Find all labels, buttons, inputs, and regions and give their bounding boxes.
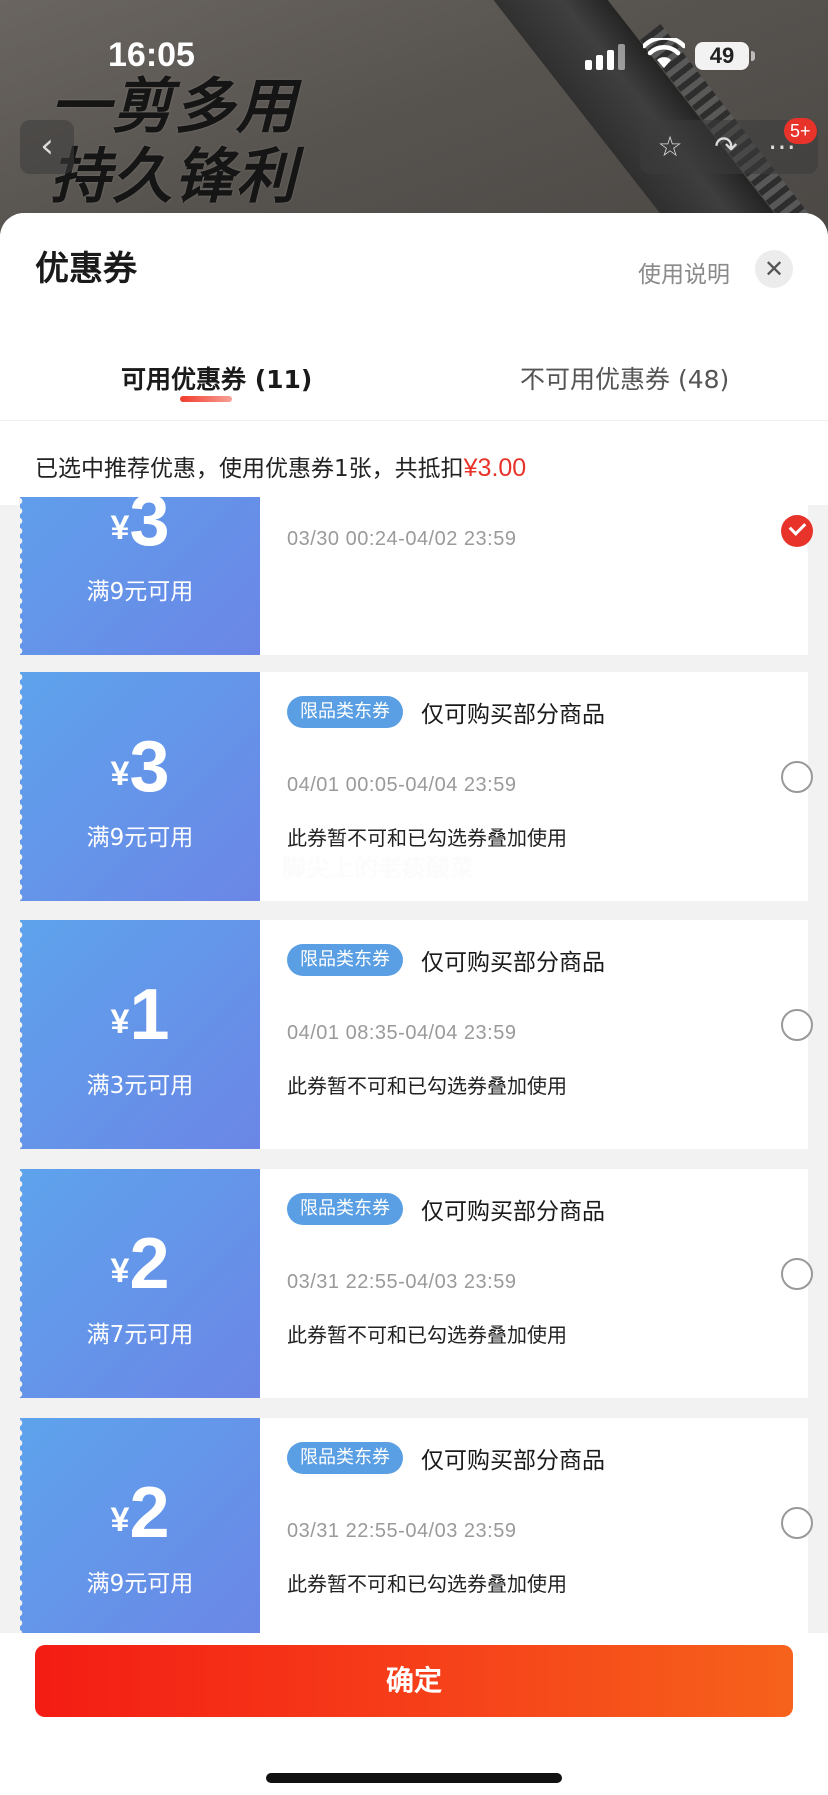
- coupon-select-checkbox[interactable]: [781, 1258, 813, 1290]
- back-button[interactable]: ‹: [20, 120, 74, 174]
- star-icon[interactable]: ☆: [654, 132, 686, 162]
- coupon-sheet: 优惠券 使用说明 ✕ 可用优惠券 (11) 不可用优惠券 (48) 已选中推荐优…: [0, 213, 828, 1795]
- wifi-icon: [643, 38, 685, 68]
- coupon-details: 限品类东券 仅可购买部分商品 03/31 22:55-04/03 23:59 此…: [260, 1418, 813, 1633]
- notification-badge: 5+: [784, 118, 817, 144]
- coupon-value-panel: ¥2 满7元可用: [19, 1169, 260, 1398]
- currency-symbol: ¥: [110, 509, 130, 547]
- coupon-validity: 03/30 00:24-04/02 23:59: [287, 528, 517, 550]
- coupon-category-tag: 限品类东券: [287, 1442, 403, 1474]
- coupon-validity: 04/01 08:35-04/04 23:59: [287, 1022, 517, 1044]
- summary-amount: ¥3.00: [463, 454, 527, 482]
- coupon-scope: 仅可购买部分商品: [421, 702, 605, 728]
- sheet-footer: 确定: [0, 1633, 828, 1795]
- coupon-note: 此券暂不可和已勾选券叠加使用: [287, 1074, 567, 1098]
- coupon-scope: 仅可购买部分商品: [421, 1448, 605, 1474]
- usage-instructions-link[interactable]: 使用说明: [638, 255, 730, 289]
- confirm-button[interactable]: 确定: [35, 1645, 793, 1717]
- coupon-details: 限品类东券 仅可购买部分商品 03/31 22:55-04/03 23:59 此…: [260, 1169, 813, 1398]
- coupon-details: 03/30 00:24-04/02 23:59: [260, 497, 813, 655]
- coupon-category-tag: 限品类东券: [287, 944, 403, 976]
- currency-symbol: ¥: [110, 1501, 130, 1539]
- hero-line-2: 持久锋利: [50, 142, 298, 212]
- coupon-card[interactable]: ¥3 满9元可用 03/30 00:24-04/02 23:59: [19, 497, 813, 655]
- tab-available-coupons[interactable]: 可用优惠券 (11): [121, 360, 312, 396]
- coupon-validity: 04/01 00:05-04/04 23:59: [287, 774, 517, 796]
- coupon-list[interactable]: ¥3 满9元可用 03/30 00:24-04/02 23:59 ¥3 满9元可…: [0, 497, 828, 1633]
- status-bar: 16:05 49: [0, 0, 828, 110]
- coupon-note: 此券暂不可和已勾选券叠加使用: [287, 1572, 567, 1596]
- coupon-card[interactable]: ¥2 满9元可用 限品类东券 仅可购买部分商品 03/31 22:55-04/0…: [19, 1418, 813, 1633]
- coupon-threshold: 满9元可用: [86, 825, 194, 851]
- tab-unavailable-coupons[interactable]: 不可用优惠券 (48): [520, 360, 729, 396]
- coupon-details: 限品类东券 仅可购买部分商品 04/01 08:35-04/04 23:59 此…: [260, 920, 813, 1149]
- close-button[interactable]: ✕: [755, 250, 793, 288]
- coupon-note: 此券暂不可和已勾选券叠加使用: [287, 1323, 567, 1347]
- selection-summary: 已选中推荐优惠，使用优惠券1张，共抵扣¥3.00: [0, 420, 828, 505]
- coupon-scope: 仅可购买部分商品: [421, 950, 605, 976]
- home-indicator[interactable]: [266, 1773, 562, 1783]
- close-icon: ✕: [763, 255, 785, 283]
- currency-symbol: ¥: [110, 1252, 130, 1290]
- active-tab-indicator: [180, 396, 232, 402]
- coupon-amount: 3: [129, 497, 170, 561]
- coupon-select-checkbox[interactable]: [781, 761, 813, 793]
- coupon-value-panel: ¥1 满3元可用: [19, 920, 260, 1149]
- coupon-amount: 1: [129, 975, 170, 1055]
- currency-symbol: ¥: [110, 755, 130, 793]
- watermark-text: 脚尖上的老痰酸菜: [282, 854, 474, 882]
- coupon-card[interactable]: ¥1 满3元可用 限品类东券 仅可购买部分商品 04/01 08:35-04/0…: [19, 920, 813, 1149]
- sheet-title: 优惠券: [35, 249, 137, 289]
- coupon-amount: 2: [129, 1224, 170, 1304]
- coupon-threshold: 满9元可用: [86, 1571, 194, 1597]
- coupon-select-checkbox[interactable]: [781, 1009, 813, 1041]
- coupon-threshold: 满7元可用: [86, 1322, 194, 1348]
- coupon-note: 此券暂不可和已勾选券叠加使用: [287, 826, 567, 850]
- coupon-amount: 3: [129, 727, 170, 807]
- coupon-scope: 仅可购买部分商品: [421, 1199, 605, 1225]
- currency-symbol: ¥: [110, 1003, 130, 1041]
- battery-indicator: 49: [695, 42, 755, 70]
- coupon-value-panel: ¥3 满9元可用: [19, 497, 260, 655]
- status-time: 16:05: [108, 36, 195, 74]
- coupon-threshold: 满9元可用: [86, 579, 194, 605]
- share-icon[interactable]: ↷: [710, 132, 742, 162]
- coupon-threshold: 满3元可用: [86, 1073, 194, 1099]
- coupon-select-checkbox[interactable]: [781, 1507, 813, 1539]
- coupon-validity: 03/31 22:55-04/03 23:59: [287, 1271, 517, 1293]
- coupon-select-checkbox[interactable]: [781, 515, 813, 547]
- coupon-amount: 2: [129, 1473, 170, 1553]
- chevron-left-icon: ‹: [40, 126, 54, 166]
- summary-text: 已选中推荐优惠，使用优惠券1张，共抵扣: [35, 456, 464, 482]
- coupon-validity: 03/31 22:55-04/03 23:59: [287, 1520, 517, 1542]
- coupon-category-tag: 限品类东券: [287, 1193, 403, 1225]
- coupon-category-tag: 限品类东券: [287, 696, 403, 728]
- cellular-signal-icon: [585, 44, 629, 70]
- coupon-value-panel: ¥3 满9元可用: [19, 672, 260, 901]
- sheet-header: 优惠券 使用说明 ✕ 可用优惠券 (11) 不可用优惠券 (48): [0, 213, 828, 420]
- coupon-card[interactable]: ¥2 满7元可用 限品类东券 仅可购买部分商品 03/31 22:55-04/0…: [19, 1169, 813, 1398]
- coupon-value-panel: ¥2 满9元可用: [19, 1418, 260, 1633]
